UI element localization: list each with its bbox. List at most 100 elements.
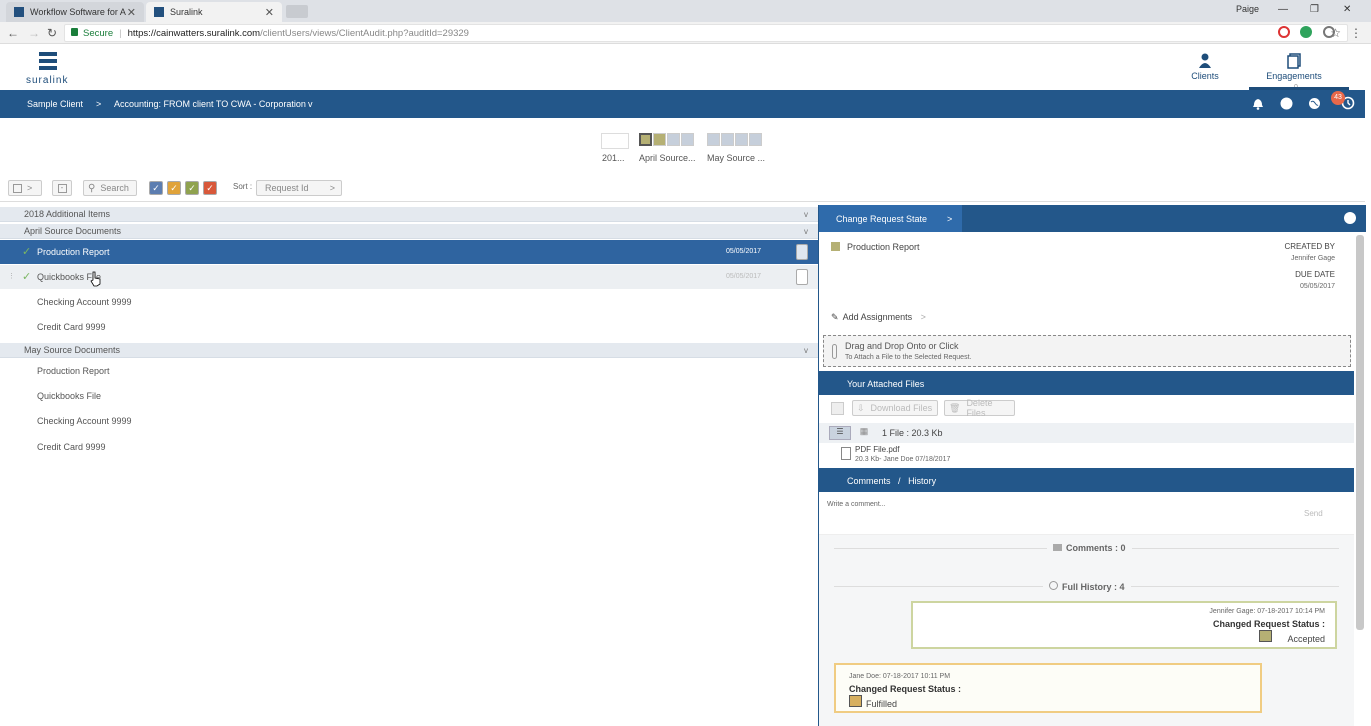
paperclip-icon xyxy=(832,344,837,359)
reload-icon[interactable]: ↻ xyxy=(47,26,57,40)
browser-tab-workflow[interactable]: Workflow Software for A ✕ xyxy=(6,2,144,22)
engagement-dropdown-chevron-icon[interactable]: v xyxy=(308,99,313,109)
minimize-icon[interactable]: — xyxy=(1278,4,1288,15)
detail-scrollbar[interactable] xyxy=(1356,235,1364,630)
url-input[interactable]: Secure | https://cainwatters.suralink.co… xyxy=(64,24,1348,42)
filter-accepted-checkbox[interactable]: ✓ xyxy=(185,181,199,195)
menu-icon[interactable]: ⋮ xyxy=(1350,26,1362,40)
address-bar-row: ← → ↻ Secure | https://cainwatters.sural… xyxy=(0,22,1371,44)
profile-name[interactable]: Paige xyxy=(1236,4,1259,14)
notification-count-badge: 43 xyxy=(1331,91,1345,105)
due-date-label: DUE DATE xyxy=(1295,270,1335,279)
file-drop-zone[interactable]: Drag and Drop Onto or Click To Attach a … xyxy=(823,335,1351,367)
select-files-checkbox[interactable] xyxy=(831,402,844,415)
comments-tab[interactable]: Comments xyxy=(847,476,891,486)
comments-history-header: Comments / History xyxy=(819,468,1354,492)
grammarly-extension-icon[interactable] xyxy=(1300,26,1312,38)
detail-header: Change Request State > xyxy=(819,205,1366,232)
status-swatch xyxy=(681,133,694,146)
download-label: Download Files xyxy=(870,403,933,413)
attachment-icon[interactable] xyxy=(796,269,808,285)
nav-engagements[interactable]: Engagements 0 xyxy=(1262,53,1326,91)
list-item-production-report-may[interactable]: Production Report xyxy=(0,359,818,383)
breadcrumb-separator: > xyxy=(96,99,102,109)
drag-handle-icon[interactable]: ⋮ xyxy=(8,272,15,280)
files-view-bar: ☰ ▦ 1 File : 20.3 Kb xyxy=(819,423,1354,443)
sort-label: Sort : xyxy=(233,182,253,191)
bell-icon[interactable] xyxy=(1252,98,1264,110)
add-assignments-button[interactable]: ✎ Add Assignments > xyxy=(831,312,926,323)
new-tab-button[interactable] xyxy=(286,5,308,18)
item-date: 05/05/2017 xyxy=(726,248,762,255)
user-status-icon[interactable] xyxy=(1280,97,1293,110)
delete-files-button[interactable]: 🗑 Delete Files xyxy=(944,398,1015,418)
clients-icon xyxy=(1199,53,1211,68)
filter-rejected-checkbox[interactable]: ✓ xyxy=(203,181,217,195)
search-button[interactable]: ⚲ Search xyxy=(83,180,137,196)
select-all-button[interactable]: > xyxy=(8,180,42,196)
attachment-icon[interactable] xyxy=(796,244,808,260)
settings-extension-icon[interactable] xyxy=(1323,26,1335,38)
breadcrumb-engagement[interactable]: Accounting: FROM client TO CWA - Corpora… xyxy=(114,99,306,109)
request-detail-panel: Change Request State > Production Report… xyxy=(818,205,1366,726)
brand-name[interactable]: suralink xyxy=(26,75,68,86)
close-tab-icon[interactable]: ✕ xyxy=(265,6,274,19)
chevron-down-icon[interactable]: v xyxy=(804,343,808,358)
panel-options-icon[interactable] xyxy=(1344,212,1356,224)
history-title: Changed Request Status : xyxy=(849,684,962,694)
list-item-credit-april[interactable]: Credit Card 9999 xyxy=(0,315,818,339)
globe-icon[interactable] xyxy=(1308,97,1321,110)
month-april-label[interactable]: April Source... xyxy=(639,153,696,163)
month-may-label[interactable]: May Source ... xyxy=(707,153,765,163)
month-2018-label[interactable]: 201... xyxy=(602,153,625,163)
history-entry: Jennifer Gage: 07-18-2017 10:14 PM Chang… xyxy=(911,601,1337,649)
check-icon: ✓ xyxy=(22,246,32,258)
list-view-icon[interactable]: ☰ xyxy=(829,426,851,440)
nav-clients[interactable]: Clients xyxy=(1190,53,1220,81)
forward-icon[interactable]: → xyxy=(28,26,40,40)
comments-count: Comments : 0 xyxy=(1047,543,1132,553)
filter-fulfilled-checkbox[interactable]: ✓ xyxy=(167,181,181,195)
chevron-down-icon[interactable]: v xyxy=(804,224,808,239)
list-item-credit-may[interactable]: Credit Card 9999 xyxy=(0,435,818,459)
status-swatch xyxy=(667,133,680,146)
list-item-checking-may[interactable]: Checking Account 9999 xyxy=(0,409,818,433)
collapse-all-button[interactable]: - xyxy=(52,180,72,196)
comment-input[interactable]: Write a comment... Send xyxy=(819,493,1354,535)
list-item-quickbooks-may[interactable]: Quickbooks File xyxy=(0,384,818,408)
close-tab-icon[interactable]: ✕ xyxy=(127,6,136,19)
change-request-state-tab[interactable]: Change Request State > xyxy=(819,205,962,232)
file-name: PDF File.pdf xyxy=(855,445,900,454)
restore-icon[interactable]: ❐ xyxy=(1310,4,1319,15)
breadcrumb-client[interactable]: Sample Client xyxy=(27,99,83,109)
item-label: Production Report xyxy=(37,247,110,257)
grid-view-icon[interactable]: ▦ xyxy=(856,426,872,440)
sort-select[interactable]: Request Id > xyxy=(256,180,342,196)
chevron-down-icon[interactable]: v xyxy=(804,207,808,222)
send-button[interactable]: Send xyxy=(1304,509,1323,518)
list-toolbar: > - ⚲ Search ✓ ✓ ✓ ✓ Sort : Request Id > xyxy=(0,176,1365,202)
browser-tab-suralink[interactable]: Suralink ✕ xyxy=(146,2,282,22)
filter-open-checkbox[interactable]: ✓ xyxy=(149,181,163,195)
status-swatch xyxy=(707,133,720,146)
group-2018-additional[interactable]: 2018 Additional Items v xyxy=(0,207,818,222)
group-label: April Source Documents xyxy=(24,226,122,236)
back-icon[interactable]: ← xyxy=(7,26,19,40)
list-item-quickbooks-april[interactable]: ⋮ ✓ Quickbooks File 05/05/2017 xyxy=(0,265,818,289)
month-2018-swatch[interactable] xyxy=(601,133,629,149)
lock-icon xyxy=(71,28,78,36)
delete-label: Delete Files xyxy=(966,398,993,418)
secure-label: Secure xyxy=(83,27,114,39)
suralink-logo-icon[interactable] xyxy=(37,51,59,71)
download-files-button[interactable]: ⇩ Download Files xyxy=(852,400,938,416)
group-may-source[interactable]: May Source Documents v xyxy=(0,343,818,358)
pdf-file-icon xyxy=(841,447,851,460)
close-window-icon[interactable]: ✕ xyxy=(1343,4,1351,15)
file-meta: 20.3 Kb- Jane Doe 07/18/2017 xyxy=(855,456,951,463)
opera-extension-icon[interactable] xyxy=(1278,26,1290,38)
chevron-right-icon: > xyxy=(920,312,926,322)
history-tab[interactable]: History xyxy=(908,476,936,486)
list-item-checking-april[interactable]: Checking Account 9999 xyxy=(0,290,818,314)
group-april-source[interactable]: April Source Documents v xyxy=(0,224,818,239)
list-item-production-report-april[interactable]: ✓ Production Report 05/05/2017 xyxy=(0,240,818,264)
